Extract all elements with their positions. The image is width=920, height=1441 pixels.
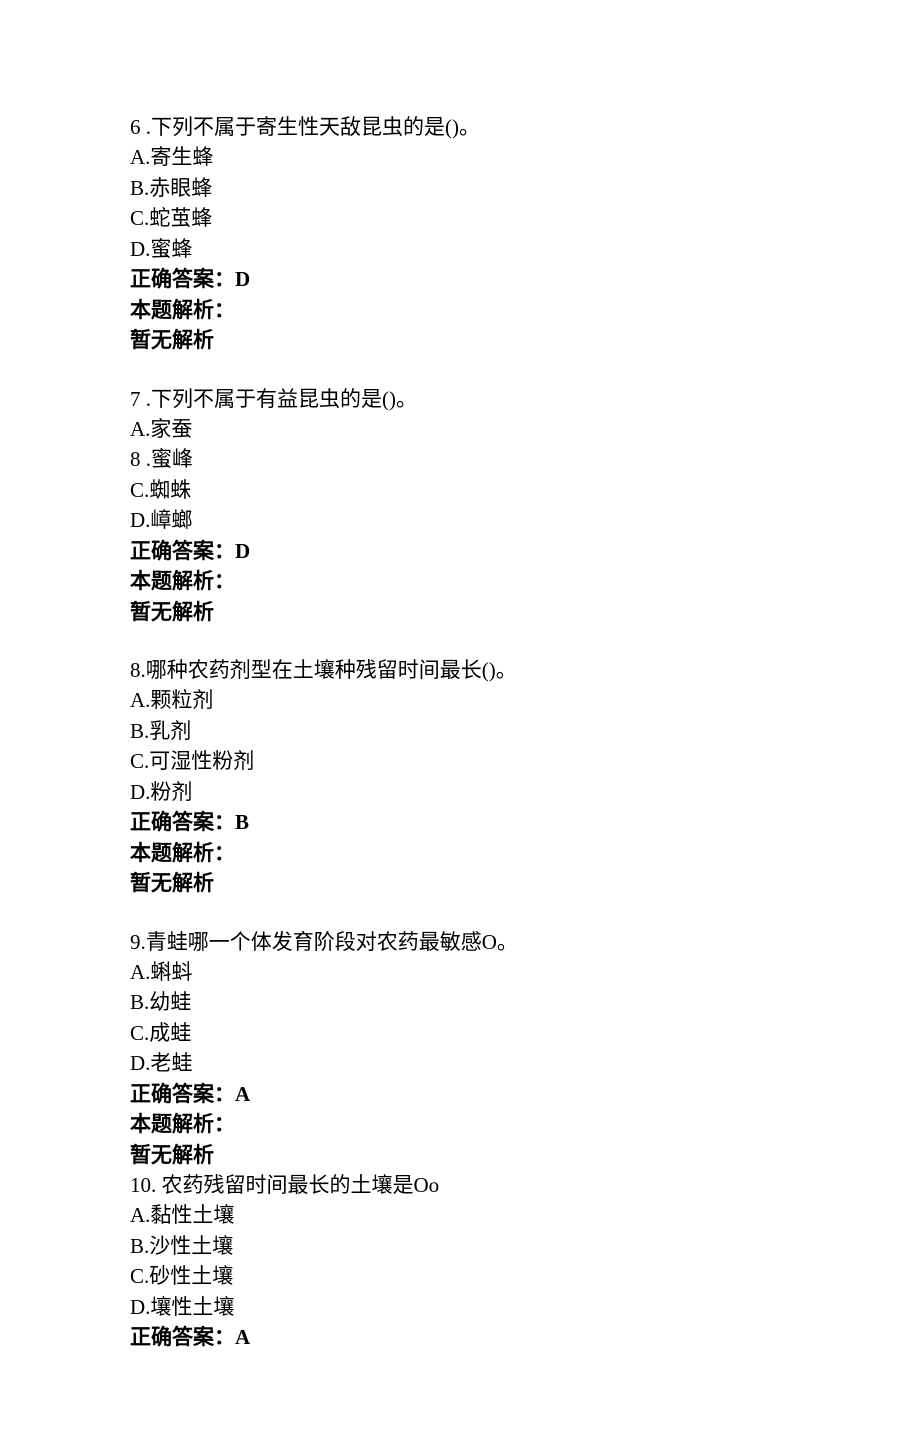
answer-value: A [235, 1325, 250, 1349]
option: B.沙性土壤 [130, 1231, 790, 1261]
answer-value: D [235, 267, 250, 291]
question-block: 8.哪种农药剂型在土壤种残留时间最长()。A.颗粒剂B.乳剂C.可湿性粉剂D.粉… [130, 655, 790, 899]
analysis-text: 暂无解析 [130, 868, 790, 898]
option: A.家蚕 [130, 414, 790, 444]
option: C.成蛙 [130, 1018, 790, 1048]
document-body: 6 .下列不属于寄生性天敌昆虫的是()。A.寄生蜂B.赤眼蜂C.蛇茧蜂D.蜜蜂正… [130, 112, 790, 1353]
answer-line: 正确答案：B [130, 807, 790, 837]
option: A.黏性土壤 [130, 1200, 790, 1230]
option: D.粉剂 [130, 777, 790, 807]
option: D.壤性土壤 [130, 1292, 790, 1322]
answer-line: 正确答案：D [130, 536, 790, 566]
question-stem: 6 .下列不属于寄生性天敌昆虫的是()。 [130, 112, 790, 142]
answer-line: 正确答案：A [130, 1079, 790, 1109]
answer-line: 正确答案：D [130, 264, 790, 294]
question-block: 7 .下列不属于有益昆虫的是()。A.家蚕8 .蜜峰C.蜘蛛D.嶂螂正确答案：D… [130, 384, 790, 628]
analysis-text: 暂无解析 [130, 325, 790, 355]
option: C.蜘蛛 [130, 475, 790, 505]
option: D.老蛙 [130, 1048, 790, 1078]
answer-label: 正确答案： [130, 1082, 235, 1106]
answer-value: A [235, 1082, 250, 1106]
answer-value: B [235, 810, 249, 834]
question-block: 9.青蛙哪一个体发育阶段对农药最敏感O。A.蝌蚪B.幼蛙C.成蛙D.老蛙正确答案… [130, 927, 790, 1171]
answer-label: 正确答案： [130, 267, 235, 291]
option: B.幼蛙 [130, 987, 790, 1017]
option: C.砂性土壤 [130, 1261, 790, 1291]
option: C.可湿性粉剂 [130, 746, 790, 776]
option: D.嶂螂 [130, 505, 790, 535]
analysis-text: 暂无解析 [130, 597, 790, 627]
question-stem: 10. 农药残留时间最长的土壤是Oo [130, 1170, 790, 1200]
answer-label: 正确答案： [130, 539, 235, 563]
analysis-label: 本题解析： [130, 1109, 790, 1139]
answer-value: D [235, 539, 250, 563]
option: A.寄生蜂 [130, 142, 790, 172]
analysis-text: 暂无解析 [130, 1140, 790, 1170]
answer-label: 正确答案： [130, 1325, 235, 1349]
question-block: 10. 农药残留时间最长的土壤是OoA.黏性土壤B.沙性土壤C.砂性土壤D.壤性… [130, 1170, 790, 1353]
question-stem: 8.哪种农药剂型在土壤种残留时间最长()。 [130, 655, 790, 685]
option: A.颗粒剂 [130, 685, 790, 715]
option: A.蝌蚪 [130, 957, 790, 987]
analysis-label: 本题解析： [130, 295, 790, 325]
option: C.蛇茧蜂 [130, 203, 790, 233]
analysis-label: 本题解析： [130, 566, 790, 596]
option: 8 .蜜峰 [130, 444, 790, 474]
option: D.蜜蜂 [130, 234, 790, 264]
question-stem: 7 .下列不属于有益昆虫的是()。 [130, 384, 790, 414]
option: B.乳剂 [130, 716, 790, 746]
analysis-label: 本题解析： [130, 838, 790, 868]
question-block: 6 .下列不属于寄生性天敌昆虫的是()。A.寄生蜂B.赤眼蜂C.蛇茧蜂D.蜜蜂正… [130, 112, 790, 356]
option: B.赤眼蜂 [130, 173, 790, 203]
question-stem: 9.青蛙哪一个体发育阶段对农药最敏感O。 [130, 927, 790, 957]
answer-line: 正确答案：A [130, 1322, 790, 1352]
answer-label: 正确答案： [130, 810, 235, 834]
